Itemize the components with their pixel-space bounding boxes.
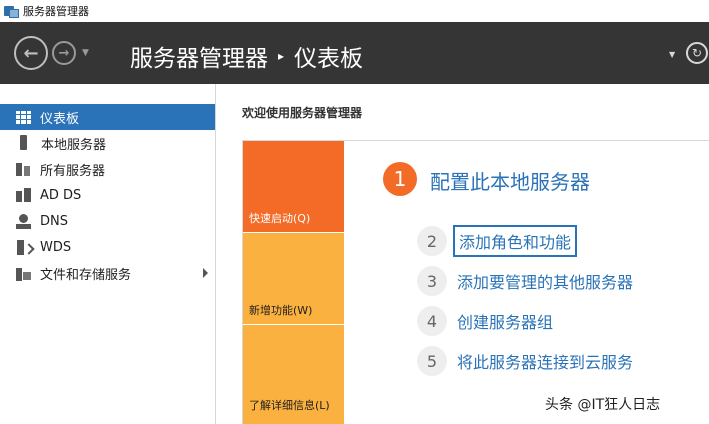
sidebar-item-dns[interactable]: DNS (0, 208, 215, 234)
breadcrumb-root[interactable]: 服务器管理器 (130, 39, 268, 73)
step-4-number-badge: 4 (417, 306, 447, 336)
sidebar-item-label: 仪表板 (40, 111, 80, 127)
watermark-text: 头条 @IT狂人日志 (545, 397, 661, 413)
window-titlebar: 服务器管理器 (0, 0, 709, 22)
nav-history-dropdown-icon[interactable]: ▼ (82, 48, 89, 58)
step-4-row: 4 创建服务器组 (417, 306, 553, 336)
sidebar-item-wds[interactable]: WDS (0, 234, 215, 260)
file-storage-icon (16, 266, 31, 281)
tile-whats-new-label: 新增功能(W) (249, 304, 313, 317)
sidebar: 仪表板 本地服务器 所有服务器 AD DS DNS WDS 文件和存储服务 (0, 84, 216, 424)
submenu-arrow-icon[interactable] (203, 268, 208, 278)
tile-quick-start-label: 快速启动(Q) (249, 212, 311, 225)
breadcrumb: 服务器管理器 ▸ 仪表板 (130, 39, 363, 73)
tile-quick-start[interactable]: 快速启动(Q) (243, 141, 344, 232)
sidebar-item-label: DNS (40, 213, 68, 229)
step-2-number-badge: 2 (417, 226, 447, 256)
dns-icon (16, 213, 31, 229)
dashboard-icon (16, 110, 31, 124)
step-3-row: 3 添加要管理的其他服务器 (417, 266, 633, 296)
step-5-number-badge: 5 (417, 346, 447, 376)
sidebar-item-dashboard[interactable]: 仪表板 (0, 104, 215, 130)
sidebar-item-label: 所有服务器 (40, 163, 106, 179)
tile-learn-more[interactable]: 了解详细信息(L) (243, 325, 344, 424)
step-3-number-badge: 3 (417, 266, 447, 296)
tile-whats-new[interactable]: 新增功能(W) (243, 233, 344, 324)
step-4-create-group-link[interactable]: 创建服务器组 (457, 309, 553, 333)
server-icon (16, 135, 32, 151)
sidebar-item-file-storage[interactable]: 文件和存储服务 (0, 260, 215, 286)
ad-ds-icon (16, 188, 31, 202)
sidebar-item-all-servers[interactable]: 所有服务器 (0, 156, 215, 182)
window-title: 服务器管理器 (23, 5, 89, 18)
step-5-row: 5 将此服务器连接到云服务 (417, 346, 633, 376)
servers-icon (16, 162, 31, 176)
breadcrumb-separator-icon: ▸ (278, 49, 285, 63)
refresh-icon[interactable]: ↻ (686, 42, 708, 64)
welcome-heading: 欢迎使用服务器管理器 (242, 106, 363, 120)
step-1-number-badge: 1 (383, 162, 417, 196)
sidebar-item-ad-ds[interactable]: AD DS (0, 182, 215, 208)
header-dropdown-icon[interactable]: ▼ (669, 50, 675, 59)
step-3-add-servers-link[interactable]: 添加要管理的其他服务器 (457, 269, 633, 293)
tile-learn-more-label: 了解详细信息(L) (249, 399, 330, 412)
step-5-connect-cloud-link[interactable]: 将此服务器连接到云服务 (457, 349, 633, 373)
sidebar-item-label: WDS (40, 239, 72, 255)
sidebar-item-label: AD DS (40, 187, 82, 203)
server-manager-app-icon (4, 5, 19, 18)
step-1-configure-local-server-link[interactable]: 配置此本地服务器 (430, 166, 590, 195)
back-arrow-icon[interactable]: ← (14, 36, 48, 70)
header-bar: ← → ▼ 服务器管理器 ▸ 仪表板 ▼ ↻ (0, 22, 709, 84)
step-2-add-roles-link[interactable]: 添加角色和功能 (453, 225, 578, 257)
sidebar-item-local-server[interactable]: 本地服务器 (0, 130, 215, 156)
sidebar-item-label: 文件和存储服务 (40, 267, 132, 283)
forward-arrow-icon[interactable]: → (52, 41, 76, 65)
sidebar-item-label: 本地服务器 (41, 137, 107, 153)
breadcrumb-current: 仪表板 (294, 46, 364, 72)
wds-icon (16, 239, 31, 255)
step-2-row: 2 添加角色和功能 (417, 225, 578, 257)
